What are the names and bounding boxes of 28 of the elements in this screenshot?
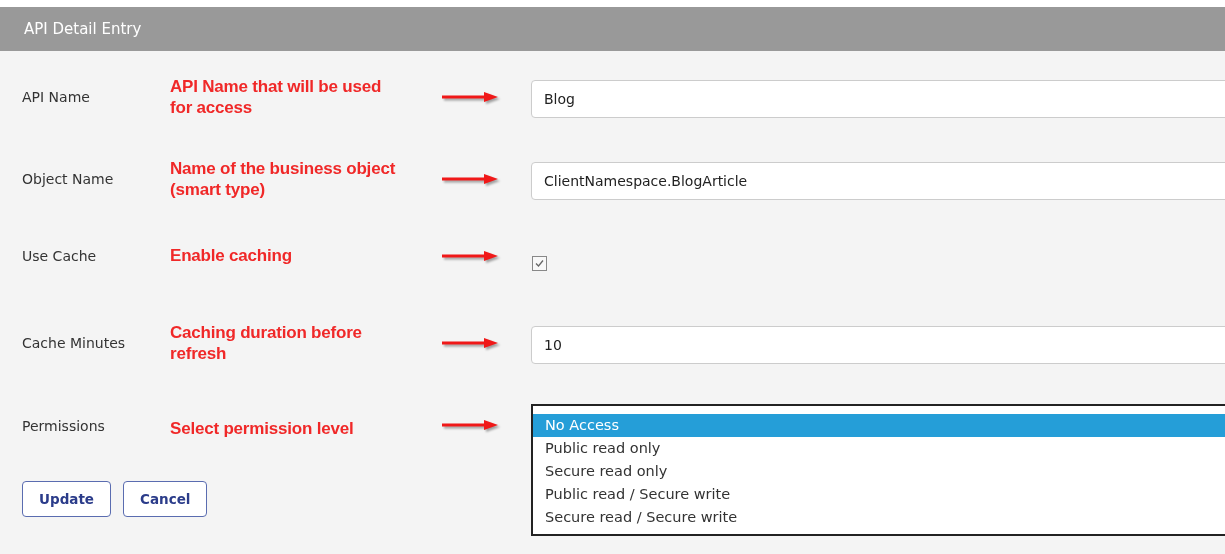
- checkbox[interactable]: [532, 255, 547, 271]
- field-label: API Name: [22, 89, 91, 105]
- field-label: Use Cache: [22, 247, 98, 264]
- listbox-option[interactable]: Secure read / Secure write: [533, 506, 1225, 529]
- annotation-arrow: [440, 248, 500, 263]
- listbox-option[interactable]: Public read / Secure write: [533, 483, 1225, 506]
- checkmark-icon: [534, 257, 545, 269]
- text-field[interactable]: ClientNamespace.BlogArticle: [531, 162, 1225, 200]
- action-button[interactable]: Update: [22, 480, 111, 517]
- annotation-arrow: [440, 418, 500, 432]
- annotation-text: API Name that will be used for access: [170, 76, 383, 118]
- listbox-option[interactable]: Public read only: [533, 437, 1225, 460]
- permissions-listbox[interactable]: No Access Public read only Secure read only Public read / Secure write Secure read / Secure write: [531, 404, 1225, 536]
- annotation-text: Name of the business object (smart type): [170, 158, 397, 200]
- annotation-text: Enable caching: [170, 245, 293, 267]
- text-field[interactable]: 10: [531, 326, 1225, 364]
- field-label: Object Name: [22, 171, 115, 187]
- panel-header: API Detail Entry: [0, 7, 1225, 51]
- annotation-arrow: [440, 336, 500, 350]
- field-label: Cache Minutes: [22, 335, 127, 351]
- listbox-option[interactable]: Secure read only: [533, 460, 1225, 483]
- field-label: Permissions: [22, 418, 106, 434]
- annotation-text: Caching duration before refresh: [170, 322, 363, 364]
- action-button[interactable]: Cancel: [123, 480, 208, 517]
- annotation-arrow: [440, 172, 500, 186]
- annotation-arrow: [440, 90, 500, 104]
- annotation-text: Select permission level: [170, 418, 355, 439]
- text-field[interactable]: Blog: [531, 80, 1225, 118]
